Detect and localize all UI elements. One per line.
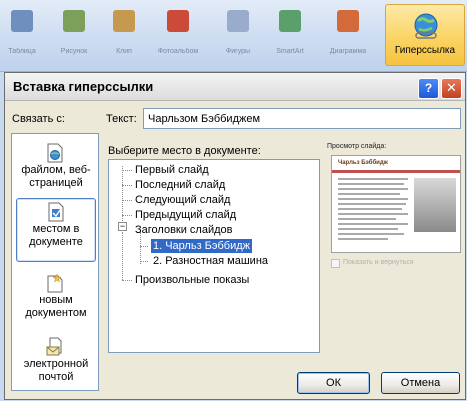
nav-new-document[interactable]: новым документом [16, 270, 96, 328]
preview-text-line [338, 223, 408, 225]
preview-accent-bar [332, 170, 460, 173]
ok-button[interactable]: ОК [297, 372, 370, 394]
display-text-input[interactable] [143, 108, 461, 129]
place-in-document-label: Выберите место в документе: [108, 145, 261, 157]
preview-slide-title: Чарльз Бэббидж [338, 160, 388, 166]
cancel-button[interactable]: Отмена [381, 372, 460, 394]
hyperlink-label: Гиперссылка [394, 45, 456, 56]
ribbon-hyperlink-button[interactable]: Гиперссылка [385, 4, 465, 66]
nav-place-in-document[interactable]: местом в документе [16, 198, 96, 262]
help-button[interactable]: ? [418, 78, 439, 99]
ribbon-clip-button[interactable]: Клип [106, 6, 142, 58]
preview-text-line [338, 198, 408, 200]
tree-connector-line [122, 166, 123, 225]
dialog-title: Вставка гиперссылки [13, 79, 154, 94]
slide-preview: Чарльз Бэббидж [331, 155, 461, 253]
ribbon-photo-album-button[interactable]: Фотоальбом [158, 6, 198, 58]
preview-text-line [338, 183, 404, 185]
collapse-toggle-icon[interactable]: − [118, 222, 127, 231]
shapes-icon [227, 10, 249, 32]
tree-connector-line [122, 215, 132, 216]
show-and-return-checkbox[interactable] [331, 259, 340, 268]
preview-portrait-image [414, 178, 456, 232]
file-web-icon [47, 143, 63, 163]
preview-text-line [338, 193, 400, 195]
place-in-document-icon [48, 202, 64, 222]
ribbon-shapes-button[interactable]: Фигуры [220, 6, 256, 58]
table-icon [11, 10, 33, 32]
preview-text-line [338, 228, 398, 230]
preview-text-line [338, 238, 388, 240]
nav-email-address[interactable]: электронной почтой [16, 334, 96, 392]
preview-text-line [338, 178, 408, 180]
ribbon-chart-button[interactable]: Диаграмма [330, 6, 366, 58]
ribbon-table-button[interactable]: Таблица [4, 6, 40, 58]
ribbon-picture-button[interactable]: Рисунок [56, 6, 92, 58]
link-to-label: Связать с: [12, 113, 65, 125]
chart-icon [337, 10, 359, 32]
tree-connector-line [122, 200, 132, 201]
preview-text-line [338, 208, 402, 210]
dialog-titlebar: Вставка гиперссылки ? ✕ [5, 73, 465, 101]
clip-icon [113, 10, 135, 32]
picture-icon [63, 10, 85, 32]
globe-link-icon [414, 13, 438, 39]
ribbon: Таблица Рисунок Клип Фотоальбом Фигуры S… [0, 0, 467, 72]
tree-connector-line [122, 185, 132, 186]
text-label: Текст: [106, 113, 137, 125]
preview-text-line [338, 233, 404, 235]
show-and-return-label: Показать и вернуться [343, 259, 414, 266]
insert-hyperlink-dialog: Вставка гиперссылки ? ✕ Связать с: Текст… [4, 72, 466, 400]
photo-album-icon [167, 10, 189, 32]
link-to-nav: файлом, веб-страницей местом в документе… [11, 133, 99, 391]
preview-text-line [338, 218, 396, 220]
smartart-icon [279, 10, 301, 32]
email-icon [46, 337, 62, 356]
nav-file-web-page[interactable]: файлом, веб-страницей [16, 140, 96, 196]
tree-connector-line [122, 280, 132, 281]
tree-connector-line [140, 261, 148, 262]
tree-connector-line [122, 170, 132, 171]
ribbon-smartart-button[interactable]: SmartArt [272, 6, 308, 58]
slide-preview-label: Просмотр слайда: [327, 143, 387, 150]
place-tree: Первый слайд Последний слайд Следующий с… [108, 159, 320, 353]
preview-text-line [338, 213, 408, 215]
tree-connector-line [122, 232, 123, 280]
tree-connector-line [140, 246, 148, 247]
close-button[interactable]: ✕ [441, 78, 462, 99]
preview-text-line [338, 188, 408, 190]
preview-text-line [338, 203, 406, 205]
new-document-icon [47, 273, 63, 293]
